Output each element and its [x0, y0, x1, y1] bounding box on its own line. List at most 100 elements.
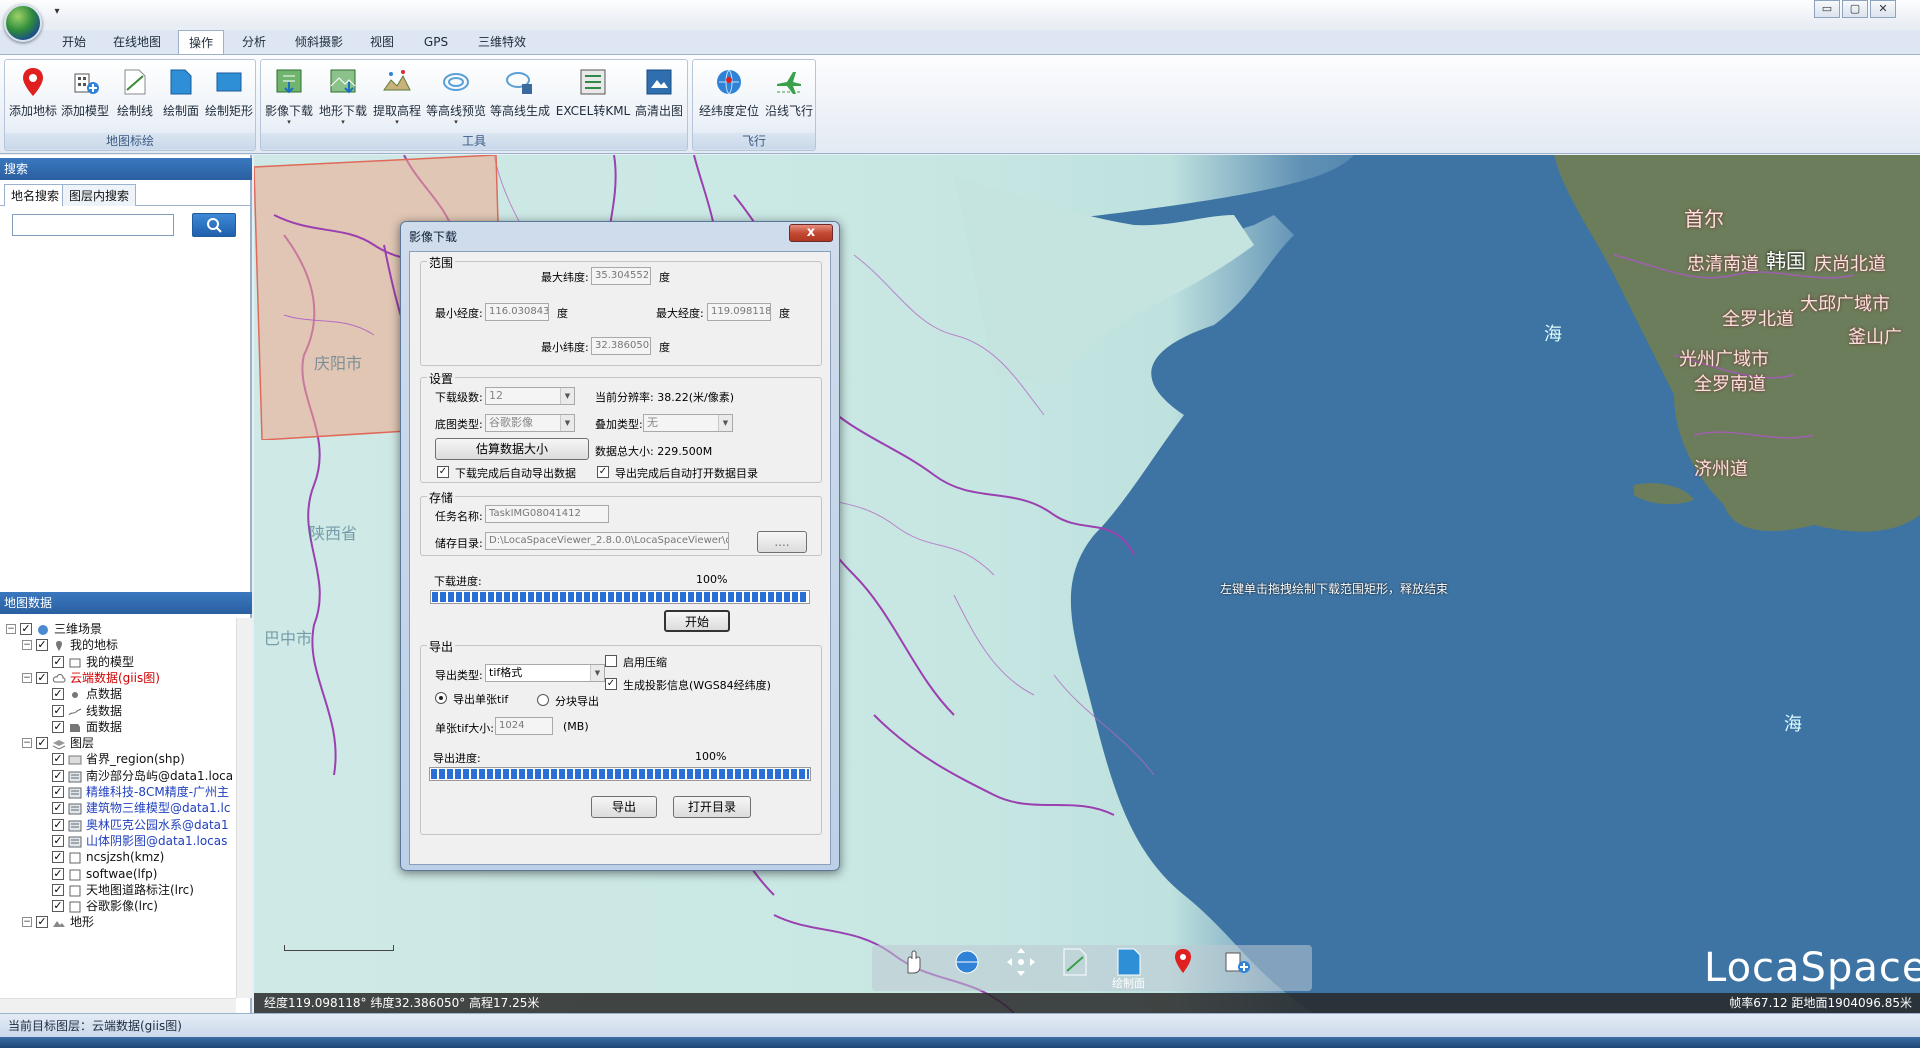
tree-node[interactable]: ✓ 天地图道路标注(lrc): [0, 881, 236, 899]
rotate-globe-icon[interactable]: [950, 945, 984, 979]
storage-dir-field[interactable]: D:\LocaSpaceViewer_2.8.0.0\LocaSpaceView…: [485, 532, 729, 550]
extract-elevation-button[interactable]: 提取高程 ▾: [371, 64, 423, 130]
tree-node[interactable]: − ✓ 图层: [0, 734, 236, 752]
tree-node[interactable]: ✓ 奥林匹克公园水系@data1: [0, 816, 236, 834]
tab-gps[interactable]: GPS: [412, 30, 460, 54]
tab-layer-search[interactable]: 图层内搜索: [62, 184, 137, 206]
add-model-button[interactable]: 添加模型: [61, 64, 109, 130]
terrain-download-button[interactable]: 地形下载 ▾: [317, 64, 369, 130]
tree-collapse-icon[interactable]: −: [22, 640, 32, 651]
tree-node-checkbox[interactable]: ✓: [52, 867, 64, 880]
latlon-locate-button[interactable]: 经纬度定位: [697, 64, 761, 130]
tree-node-checkbox[interactable]: ✓: [52, 818, 64, 831]
contour-preview-button[interactable]: 等高线预览 ▾: [425, 64, 487, 130]
tree-node[interactable]: ✓ 线数据: [0, 702, 236, 720]
tree-node-checkbox[interactable]: ✓: [52, 720, 64, 733]
tab-start[interactable]: 开始: [54, 30, 94, 54]
tree-node-checkbox[interactable]: ✓: [52, 834, 64, 847]
tree-node-checkbox[interactable]: ✓: [36, 737, 48, 750]
tree-node-checkbox[interactable]: ✓: [52, 753, 64, 766]
tab-analysis[interactable]: 分析: [234, 30, 274, 54]
contour-generate-button[interactable]: 等高线生成: [487, 64, 553, 130]
proj-info-checkbox[interactable]: ✓: [605, 678, 617, 690]
add-placemark-button[interactable]: 添加地标: [9, 64, 57, 130]
tree-node-checkbox[interactable]: ✓: [36, 916, 48, 929]
tree-collapse-icon[interactable]: −: [6, 624, 16, 634]
task-name-field[interactable]: TaskIMG08041412: [485, 505, 609, 523]
tree-collapse-icon[interactable]: −: [22, 917, 32, 928]
block-export-radio[interactable]: [537, 694, 549, 706]
tree-collapse-icon[interactable]: −: [22, 738, 32, 749]
min-lat-field[interactable]: 32.386050: [591, 337, 651, 355]
tree-node-checkbox[interactable]: ✓: [36, 639, 48, 652]
auto-export-checkbox[interactable]: ✓: [437, 466, 449, 478]
quick-access-dropdown-icon[interactable]: ▾: [50, 6, 64, 20]
tif-size-field[interactable]: 1024: [495, 717, 553, 735]
tab-online-map[interactable]: 在线地图: [108, 30, 166, 54]
tree-node[interactable]: ✓ 面数据: [0, 718, 236, 736]
tree-node[interactable]: ✓ ncsjzsh(kmz): [0, 848, 236, 866]
overlay-combo[interactable]: 无 ▼: [643, 414, 733, 432]
export-type-combo[interactable]: tif格式 ▼: [485, 664, 605, 682]
tree-node[interactable]: ✓ 山体阴影图@data1.locas: [0, 832, 236, 850]
image-download-button[interactable]: 影像下载 ▾: [263, 64, 315, 130]
placemark-tool-icon[interactable]: [1166, 945, 1200, 979]
tab-place-search[interactable]: 地名搜索: [4, 184, 67, 206]
tree-node[interactable]: ✓ 谷歌影像(lrc): [0, 897, 236, 915]
tree-node[interactable]: ✓ 建筑物三维模型@data1.lc: [0, 799, 236, 817]
compress-checkbox[interactable]: [605, 655, 617, 667]
tree-node[interactable]: ✓ 省界_region(shp): [0, 750, 236, 768]
tree-node[interactable]: − ✓ 地形: [0, 913, 236, 931]
draw-polygon-tool-icon[interactable]: [1112, 945, 1146, 979]
tree-node-checkbox[interactable]: ✓: [52, 851, 64, 864]
move-arrows-icon[interactable]: [1004, 945, 1038, 979]
tree-node[interactable]: ✓ 精维科技-8CM精度-广州主: [0, 783, 236, 801]
tree-horizontal-scrollbar[interactable]: [0, 998, 236, 1013]
draw-line-button[interactable]: 绘制线: [113, 64, 157, 130]
dialog-close-button[interactable]: x: [789, 224, 833, 242]
auto-open-checkbox[interactable]: ✓: [597, 466, 609, 478]
tree-node-checkbox[interactable]: ✓: [52, 802, 64, 815]
minimize-button[interactable]: ▭: [1814, 0, 1840, 18]
tree-node[interactable]: ✓ 我的模型: [0, 653, 236, 671]
tree-node-checkbox[interactable]: ✓: [52, 900, 64, 913]
max-lon-field[interactable]: 119.098118: [707, 303, 771, 321]
tree-node[interactable]: ✓ 点数据: [0, 685, 236, 703]
tree-node-checkbox[interactable]: ✓: [52, 704, 64, 717]
tab-3d-effects[interactable]: 三维特效: [470, 30, 534, 54]
draw-polygon-button[interactable]: 绘制面: [159, 64, 203, 130]
tab-view[interactable]: 视图: [362, 30, 402, 54]
excel-to-kml-button[interactable]: EXCEL转KML: [553, 64, 633, 130]
draw-rectangle-button[interactable]: 绘制矩形: [205, 64, 253, 130]
pan-hand-icon[interactable]: [896, 945, 930, 979]
tree-node[interactable]: ✓ 南沙部分岛屿@data1.loca: [0, 767, 236, 785]
browse-dir-button[interactable]: ....: [757, 531, 807, 553]
export-button[interactable]: 导出: [591, 796, 657, 818]
tab-operate[interactable]: 操作: [178, 30, 224, 55]
tree-vertical-scrollbar[interactable]: [236, 618, 252, 998]
min-lon-field[interactable]: 116.030843: [485, 303, 549, 321]
tree-node[interactable]: − ✓ 云端数据(giis图): [0, 669, 236, 687]
tree-node-checkbox[interactable]: ✓: [52, 655, 64, 668]
tab-oblique[interactable]: 倾斜摄影: [286, 30, 352, 54]
search-button[interactable]: [192, 213, 236, 237]
tree-node[interactable]: − ✓ 三维场景: [0, 620, 236, 638]
draw-line-tool-icon[interactable]: [1058, 945, 1092, 979]
line-flight-button[interactable]: 沿线飞行: [763, 64, 815, 130]
restore-button[interactable]: ▢: [1842, 0, 1868, 18]
max-lat-field[interactable]: 35.304552: [591, 267, 651, 285]
tree-node-checkbox[interactable]: ✓: [36, 671, 48, 684]
tree-collapse-icon[interactable]: −: [22, 672, 32, 683]
start-download-button[interactable]: 开始: [664, 610, 730, 632]
open-dir-button[interactable]: 打开目录: [673, 796, 751, 818]
tree-node-checkbox[interactable]: ✓: [20, 623, 32, 635]
model-tool-icon[interactable]: [1220, 945, 1254, 979]
level-combo[interactable]: 12 ▼: [485, 387, 575, 405]
tree-node-checkbox[interactable]: ✓: [52, 883, 64, 896]
tree-node-checkbox[interactable]: ✓: [52, 769, 64, 782]
tree-node-checkbox[interactable]: ✓: [52, 688, 64, 701]
single-tif-radio[interactable]: [435, 692, 447, 704]
basemap-combo[interactable]: 谷歌影像 ▼: [485, 414, 575, 432]
tree-node[interactable]: − ✓ 我的地标: [0, 636, 236, 654]
hd-output-button[interactable]: 高清出图: [633, 64, 685, 130]
